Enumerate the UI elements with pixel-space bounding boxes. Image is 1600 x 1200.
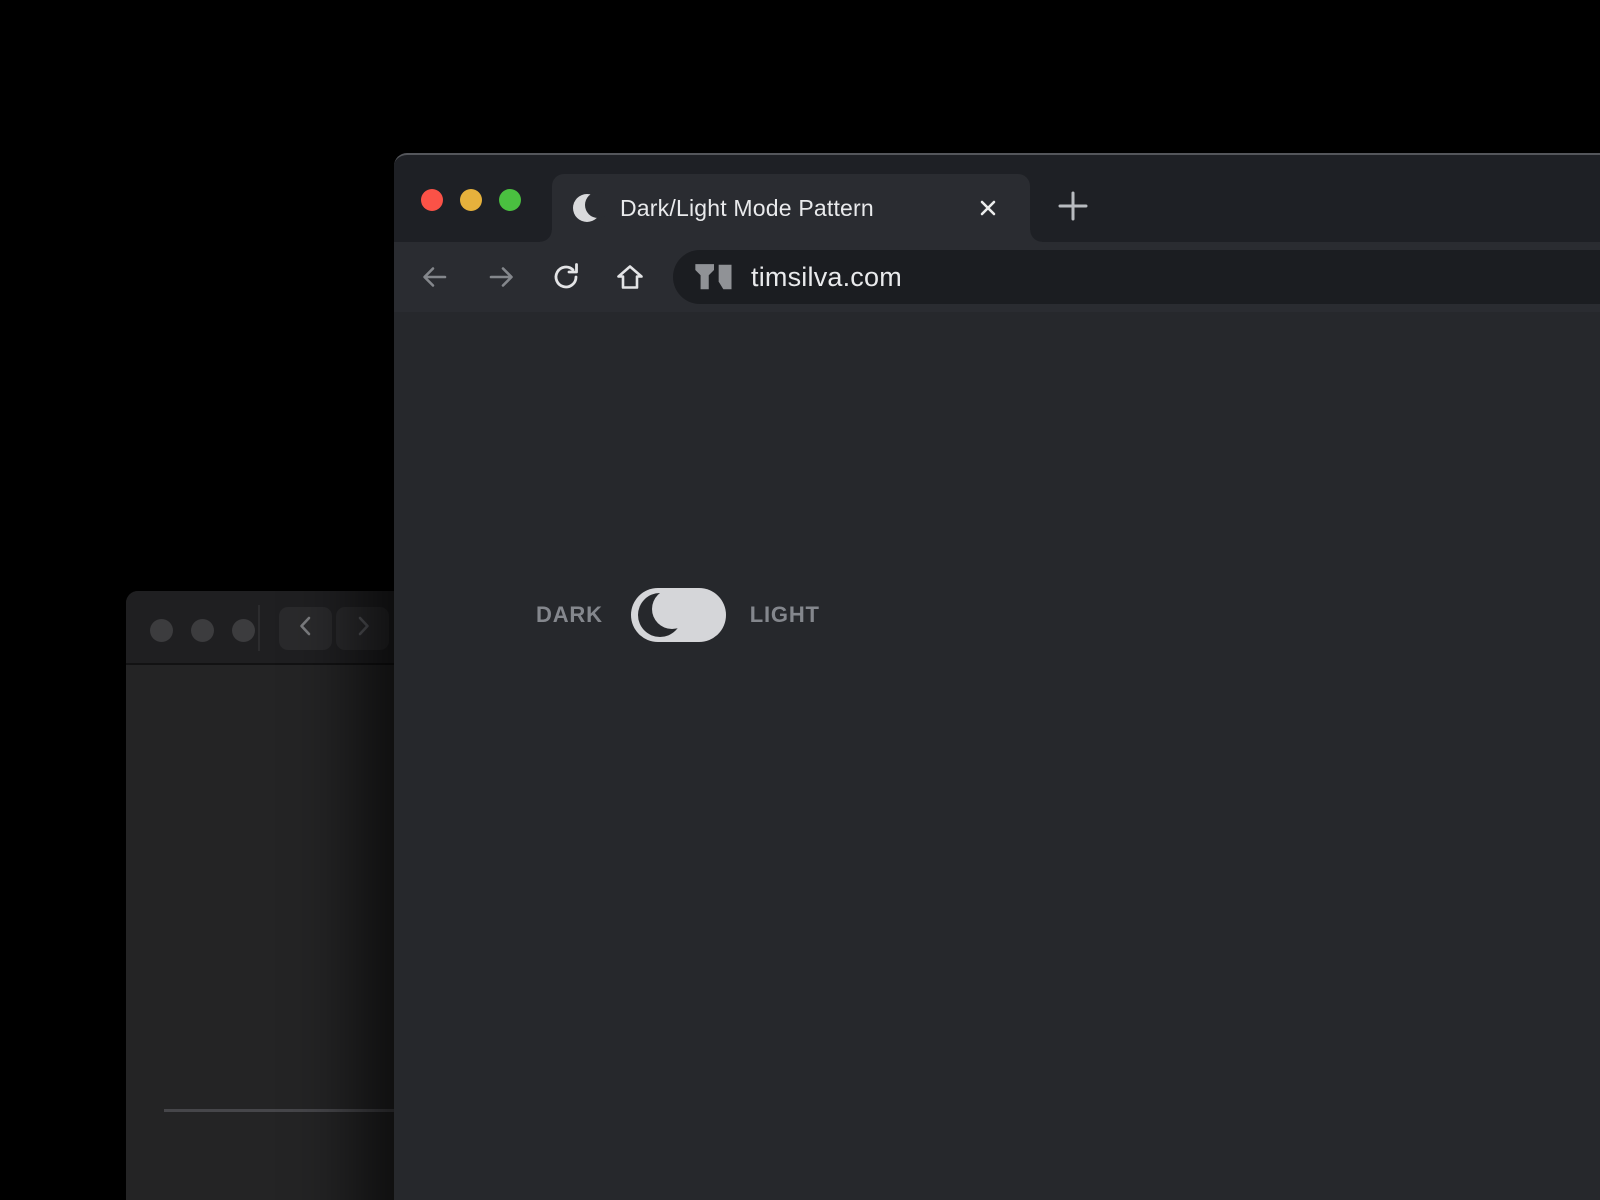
home-button[interactable] xyxy=(613,260,647,294)
dark-light-toggle-row: DARK LIGHT xyxy=(536,588,820,642)
x-icon xyxy=(980,200,996,216)
home-icon xyxy=(617,265,643,289)
background-window-content xyxy=(126,667,394,1200)
titlebar-divider xyxy=(258,605,260,651)
traffic-light-zoom[interactable] xyxy=(499,189,521,211)
chevron-right-icon xyxy=(351,614,375,643)
traffic-light-dot[interactable] xyxy=(232,619,255,642)
tab-title: Dark/Light Mode Pattern xyxy=(620,194,874,221)
content-divider xyxy=(164,1109,394,1112)
back-button[interactable] xyxy=(417,260,451,294)
browser-toolbar: timsilva.com xyxy=(394,242,1600,312)
tab-close-button[interactable] xyxy=(974,194,1002,222)
traffic-light-dot[interactable] xyxy=(191,619,214,642)
tab-strip: Dark/Light Mode Pattern xyxy=(394,155,1600,242)
back-button[interactable] xyxy=(279,607,332,650)
new-tab-button[interactable] xyxy=(1054,187,1092,225)
dark-light-toggle[interactable] xyxy=(630,588,726,642)
background-window xyxy=(126,591,394,1200)
timsilva-logo-icon xyxy=(693,256,735,298)
forward-button[interactable] xyxy=(336,607,389,650)
browser-tab[interactable]: Dark/Light Mode Pattern xyxy=(540,174,1042,242)
browser-window: Dark/Light Mode Pattern timsilva.com DAR… xyxy=(394,153,1600,1200)
reload-button[interactable] xyxy=(549,260,583,294)
traffic-light-close[interactable] xyxy=(421,189,443,211)
arrow-right-icon xyxy=(489,267,513,287)
address-bar[interactable]: timsilva.com xyxy=(673,250,1600,304)
page-content: DARK LIGHT xyxy=(394,312,1600,1200)
plus-icon xyxy=(1058,191,1088,221)
reload-icon xyxy=(554,263,578,289)
arrow-left-icon xyxy=(423,267,447,287)
traffic-light-dot[interactable] xyxy=(150,619,173,642)
url-text: timsilva.com xyxy=(751,261,902,292)
light-label: LIGHT xyxy=(749,602,820,627)
dark-label: DARK xyxy=(536,602,603,627)
crescent-moon-icon xyxy=(637,589,692,637)
traffic-light-minimize[interactable] xyxy=(460,189,482,211)
crescent-moon-icon xyxy=(573,192,611,229)
chevron-left-icon xyxy=(294,614,318,643)
background-window-titlebar[interactable] xyxy=(126,591,394,665)
forward-button[interactable] xyxy=(485,260,519,294)
screenshot-stage: Dark/Light Mode Pattern timsilva.com DAR… xyxy=(0,0,1600,1200)
